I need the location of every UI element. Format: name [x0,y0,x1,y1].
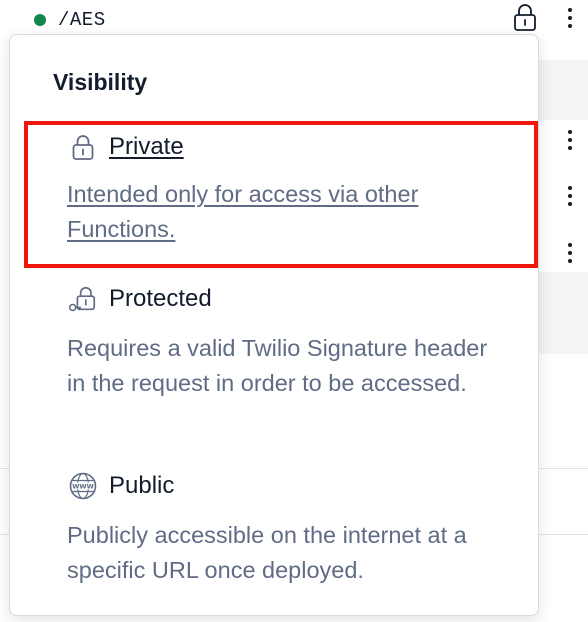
option-header: Protected [68,283,212,315]
option-label: Private [109,133,184,160]
option-description: Publicly accessible on the internet at a… [67,522,467,583]
list-row-background [536,272,588,354]
option-label: Public [109,472,175,499]
kebab-menu-icon[interactable] [560,124,580,156]
popover-title: Visibility [53,69,148,95]
option-header: Private [68,131,184,163]
visibility-option-public[interactable]: WWW Public Publicly accessible on the in… [10,470,538,590]
svg-text:WWW: WWW [72,483,94,491]
kebab-menu-icon[interactable] [560,2,580,34]
lock-icon[interactable] [513,2,537,32]
option-label: Protected [109,285,212,312]
option-description: Requires a valid Twilio Signature header… [67,335,488,396]
globe-www-icon: WWW [68,471,98,501]
option-description: Intended only for access via other Funct… [67,181,419,242]
list-row-background [536,60,588,120]
function-path: /AES [58,9,106,31]
visibility-popover: Visibility Private Intended only for acc… [9,34,539,616]
visibility-option-protected[interactable]: Protected Requires a valid Twilio Signat… [10,283,538,443]
visibility-option-private[interactable]: Private Intended only for access via oth… [10,131,538,261]
functions-page: /AES Visibility Private Intended only fo… [0,0,588,622]
key-lock-icon [68,284,98,314]
lock-icon [68,132,98,162]
kebab-menu-icon[interactable] [560,237,580,269]
kebab-menu-icon[interactable] [560,180,580,212]
option-header: WWW Public [68,470,174,502]
status-dot [34,14,46,26]
